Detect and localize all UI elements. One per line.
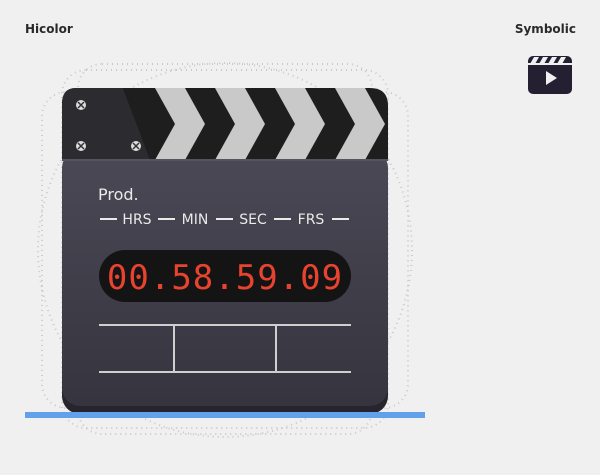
video-play-clapperboard-icon: [528, 56, 572, 94]
baseline-guide: [25, 412, 425, 418]
clapper-stick: [62, 88, 388, 160]
production-label: Prod.: [98, 185, 139, 204]
unit-frames: FRS: [298, 212, 325, 228]
clapperboard-icon: Prod. HRS MIN SEC FRS 00.58.59.09: [62, 88, 388, 414]
unit-hours: HRS: [122, 212, 151, 228]
icon-canvas: Prod. HRS MIN SEC FRS 00.58.59.09: [25, 56, 572, 438]
unit-seconds: SEC: [239, 212, 267, 228]
timecode-value: 00.58.59.09: [107, 258, 343, 298]
unit-minutes: MIN: [182, 212, 209, 228]
